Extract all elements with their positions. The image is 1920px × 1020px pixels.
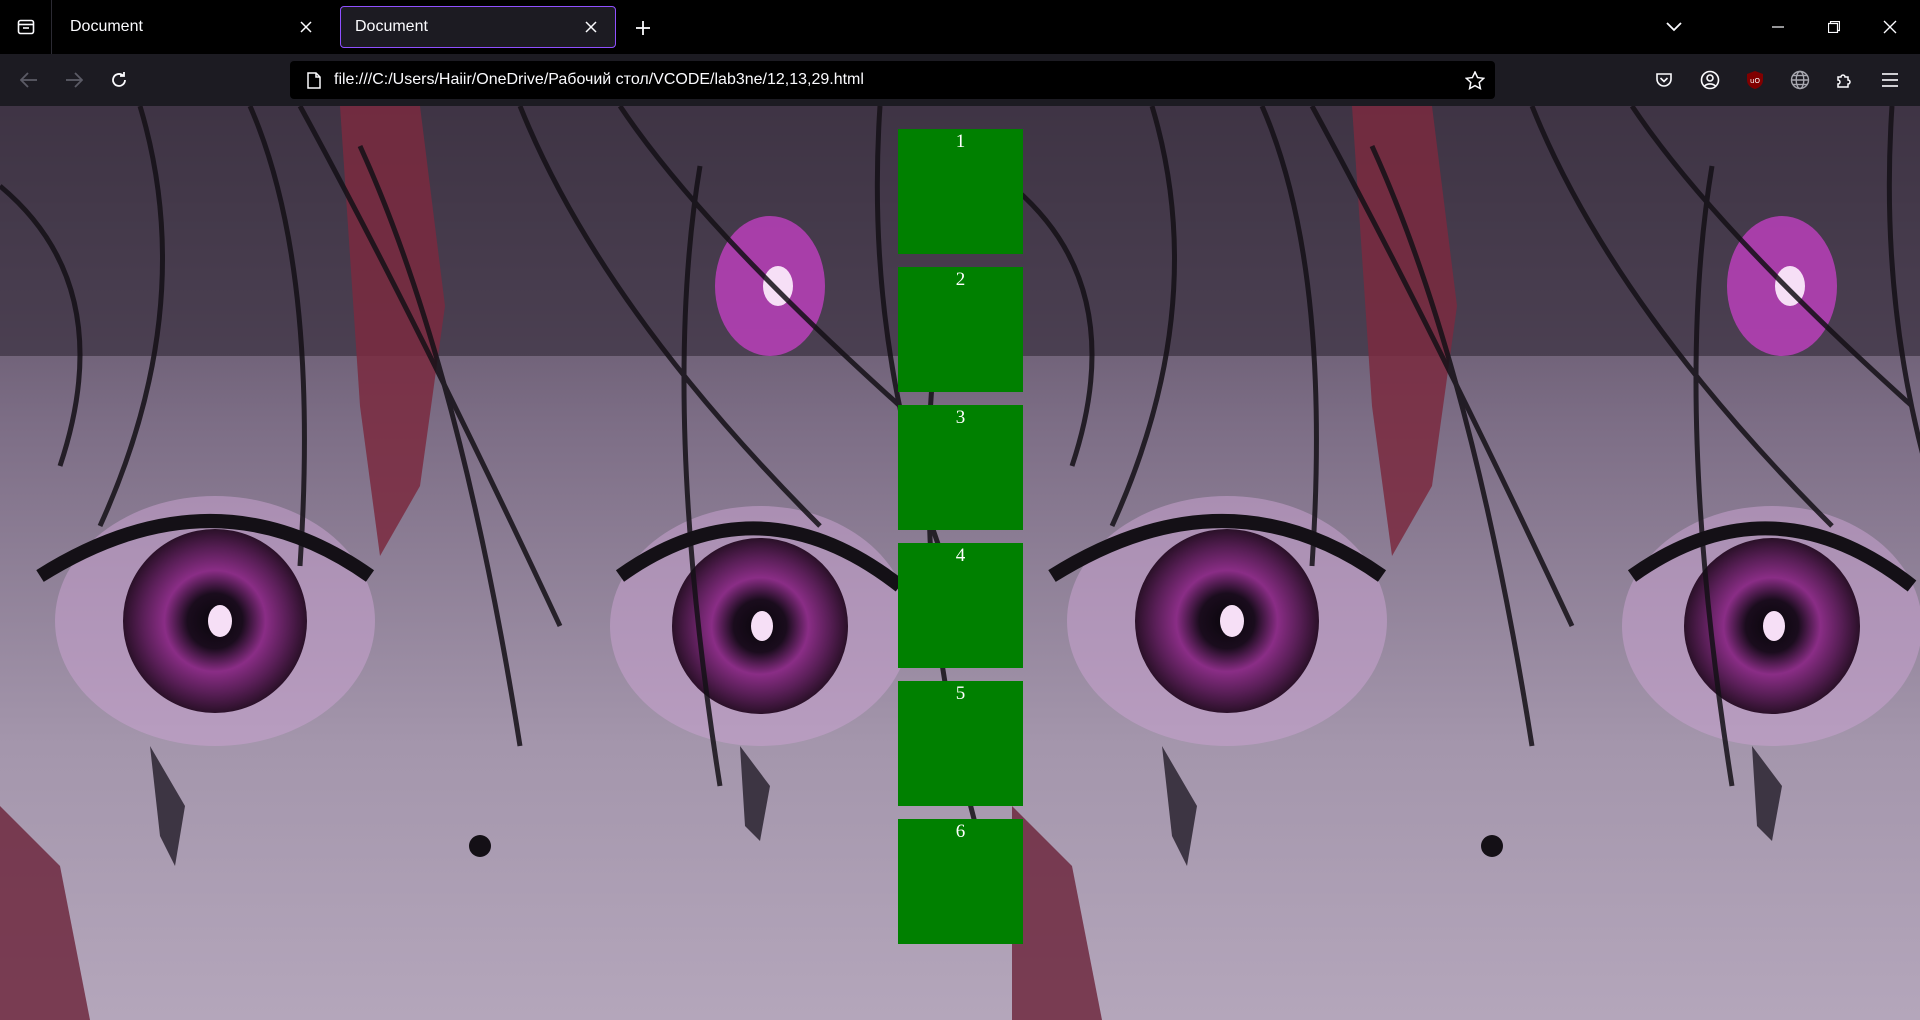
firefox-view-icon <box>17 19 34 35</box>
arrow-right-icon <box>66 72 83 88</box>
close-icon <box>300 21 312 33</box>
plus-icon <box>636 21 650 35</box>
close-icon <box>1883 20 1897 34</box>
green-box-3: 3 <box>898 405 1023 530</box>
page-icon <box>294 71 334 89</box>
tab-title: Document <box>70 18 143 35</box>
close-icon <box>585 21 597 33</box>
reload-icon <box>112 72 126 87</box>
browser-window: Document Document file:///C:/Users/Haiir… <box>0 0 1920 1020</box>
extensions-button[interactable] <box>1828 63 1862 97</box>
star-icon <box>1465 70 1485 90</box>
background-anime-artwork <box>0 106 1012 1020</box>
account-button[interactable] <box>1693 63 1727 97</box>
pocket-icon <box>1656 73 1672 87</box>
url-text[interactable]: file:///C:/Users/Haiir/OneDrive/Рабочий … <box>334 71 1455 89</box>
page-content: 1 2 3 4 5 6 <box>0 106 1920 1020</box>
globe-icon <box>1790 70 1810 90</box>
bookmark-star-button[interactable] <box>1455 70 1495 90</box>
chevron-down-icon <box>1666 22 1682 32</box>
tab-title: Document <box>355 18 428 35</box>
hamburger-menu-icon <box>1882 73 1898 87</box>
green-box-2: 2 <box>898 267 1023 392</box>
puzzle-piece-icon <box>1837 74 1851 88</box>
green-box-column: 1 2 3 4 5 6 <box>898 129 1023 957</box>
navigation-toolbar: file:///C:/Users/Haiir/OneDrive/Рабочий … <box>0 54 1920 106</box>
restore-button[interactable] <box>1806 0 1862 54</box>
ublock-origin-extension-button[interactable]: uO <box>1738 63 1772 97</box>
tab-close-button[interactable] <box>296 17 316 37</box>
globe-extension-button[interactable] <box>1783 63 1817 97</box>
tab-document-1[interactable]: Document <box>56 6 330 48</box>
firefox-view-button[interactable] <box>0 0 52 54</box>
new-tab-button[interactable] <box>628 13 658 43</box>
green-box-6: 6 <box>898 819 1023 944</box>
reload-button[interactable] <box>102 63 136 97</box>
restore-icon <box>1828 21 1840 33</box>
svg-text:uO: uO <box>1750 77 1760 85</box>
minimize-icon <box>1772 26 1784 28</box>
green-box-1: 1 <box>898 129 1023 254</box>
pocket-button[interactable] <box>1647 63 1681 97</box>
minimize-button[interactable] <box>1750 0 1806 54</box>
green-box-5: 5 <box>898 681 1023 806</box>
menu-button[interactable] <box>1873 63 1907 97</box>
account-icon <box>1700 70 1720 90</box>
back-button[interactable] <box>12 63 46 97</box>
tab-close-button[interactable] <box>581 17 601 37</box>
green-box-4: 4 <box>898 543 1023 668</box>
background-anime-artwork-repeat <box>1012 106 1920 1020</box>
tab-strip: Document Document <box>0 0 1920 54</box>
ublock-origin-icon: uO <box>1747 71 1763 89</box>
tab-document-2-active[interactable]: Document <box>340 6 616 48</box>
forward-button[interactable] <box>57 63 91 97</box>
arrow-left-icon <box>20 72 37 88</box>
close-window-button[interactable] <box>1862 0 1918 54</box>
list-all-tabs-button[interactable] <box>1646 0 1702 54</box>
url-bar[interactable]: file:///C:/Users/Haiir/OneDrive/Рабочий … <box>290 61 1495 99</box>
